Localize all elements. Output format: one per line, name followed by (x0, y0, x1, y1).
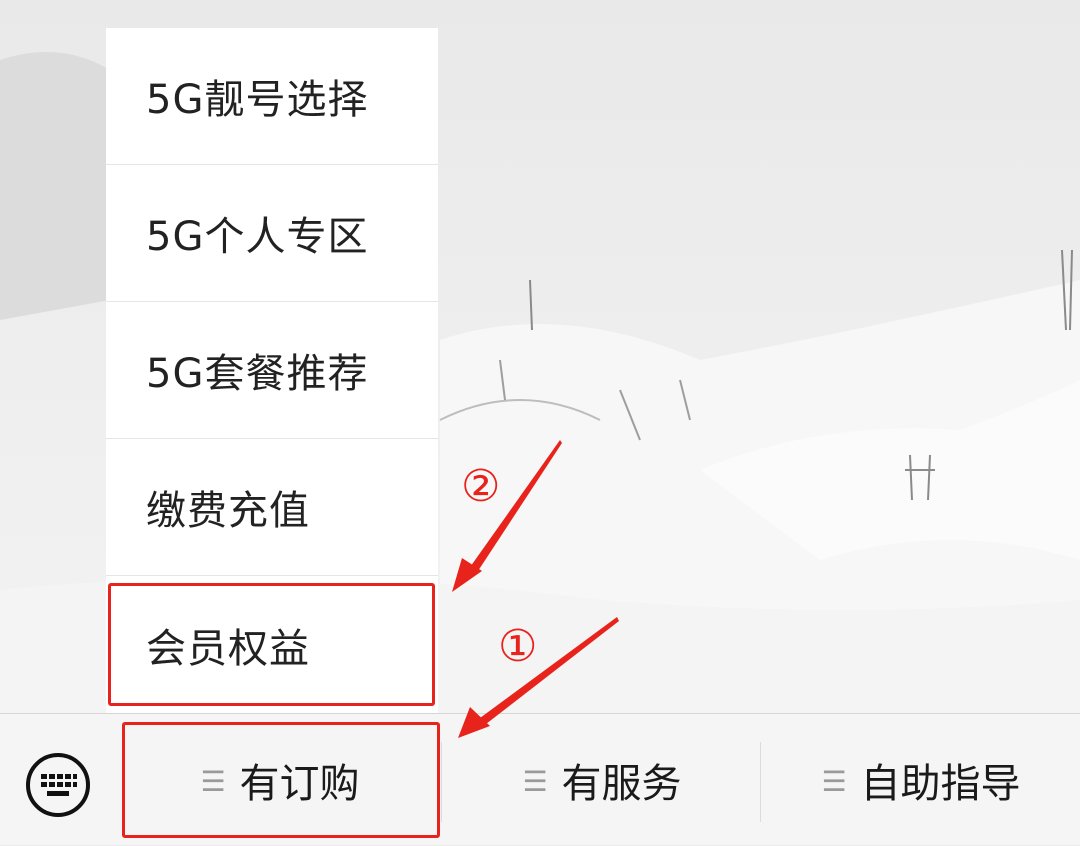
keyboard-icon[interactable] (25, 752, 91, 818)
menu-item-recharge[interactable]: 缴费充值 (106, 439, 438, 576)
tab-service[interactable]: ☰ 有服务 (442, 714, 762, 846)
step-1-label: ① (498, 621, 538, 672)
tab-label: 有服务 (561, 761, 682, 807)
menu-item-5g-plan[interactable]: 5G套餐推荐 (106, 302, 438, 439)
menu-item-label: 缴费充值 (146, 488, 310, 534)
tab-divider (760, 742, 761, 822)
menu-item-label: 5G靓号选择 (146, 77, 369, 123)
tab-label: 自助指导 (860, 761, 1021, 807)
highlight-order-tab (122, 722, 440, 838)
menu-item-5g-number[interactable]: 5G靓号选择 (106, 28, 438, 165)
menu-lines-icon: ☰ (821, 764, 847, 798)
step-2-label: ② (461, 461, 501, 512)
menu-item-label: 5G套餐推荐 (146, 351, 369, 397)
menu-item-5g-personal[interactable]: 5G个人专区 (106, 165, 438, 302)
keyboard-icon-graphic (26, 753, 90, 817)
tab-self-help[interactable]: ☰ 自助指导 (762, 714, 1080, 846)
highlight-member-benefits (108, 583, 435, 706)
menu-item-label: 5G个人专区 (146, 214, 369, 260)
menu-lines-icon: ☰ (522, 764, 548, 798)
